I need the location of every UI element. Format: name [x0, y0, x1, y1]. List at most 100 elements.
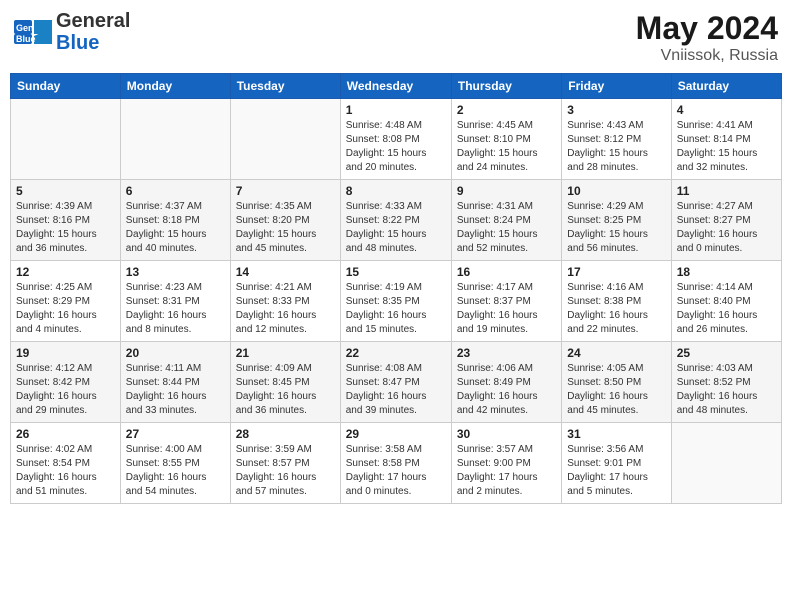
calendar-week-row: 19 Sunrise: 4:12 AM Sunset: 8:42 PM Dayli… [11, 342, 782, 423]
month-year: May 2024 [636, 10, 778, 47]
day-info: Sunrise: 4:16 AM Sunset: 8:38 PM Dayligh… [567, 281, 665, 337]
title-block: May 2024 Vniissok, Russia [636, 10, 778, 65]
day-info: Sunrise: 4:21 AM Sunset: 8:33 PM Dayligh… [236, 281, 335, 337]
day-number: 21 [236, 346, 335, 360]
logo-blue: Blue [56, 32, 130, 54]
day-number: 27 [126, 427, 225, 441]
svg-text:Gen: Gen [16, 23, 34, 33]
calendar-empty-cell [671, 423, 781, 504]
calendar-table: SundayMondayTuesdayWednesdayThursdayFrid… [10, 73, 782, 504]
calendar-day-cell: 4 Sunrise: 4:41 AM Sunset: 8:14 PM Daylig… [671, 99, 781, 180]
calendar-day-cell: 3 Sunrise: 4:43 AM Sunset: 8:12 PM Daylig… [562, 99, 671, 180]
weekday-header-wednesday: Wednesday [340, 74, 451, 99]
logo: Gen Blue General Blue [14, 10, 130, 54]
calendar-day-cell: 13 Sunrise: 4:23 AM Sunset: 8:31 PM Dayli… [120, 261, 230, 342]
day-info: Sunrise: 4:19 AM Sunset: 8:35 PM Dayligh… [346, 281, 446, 337]
day-info: Sunrise: 4:37 AM Sunset: 8:18 PM Dayligh… [126, 200, 225, 256]
day-number: 4 [677, 103, 776, 117]
weekday-header-friday: Friday [562, 74, 671, 99]
calendar-empty-cell [120, 99, 230, 180]
weekday-header-row: SundayMondayTuesdayWednesdayThursdayFrid… [11, 74, 782, 99]
calendar-day-cell: 14 Sunrise: 4:21 AM Sunset: 8:33 PM Dayli… [230, 261, 340, 342]
day-info: Sunrise: 4:11 AM Sunset: 8:44 PM Dayligh… [126, 362, 225, 418]
calendar-day-cell: 22Sunrise: 4:08 AM Sunset: 8:47 PM Dayli… [340, 342, 451, 423]
logo-general: General [56, 10, 130, 32]
calendar-day-cell: 27 Sunrise: 4:00 AM Sunset: 8:55 PM Dayli… [120, 423, 230, 504]
day-number: 24 [567, 346, 665, 360]
weekday-header-sunday: Sunday [11, 74, 121, 99]
calendar-day-cell: 7 Sunrise: 4:35 AM Sunset: 8:20 PM Daylig… [230, 180, 340, 261]
calendar-day-cell: 17Sunrise: 4:16 AM Sunset: 8:38 PM Dayli… [562, 261, 671, 342]
day-info: Sunrise: 4:29 AM Sunset: 8:25 PM Dayligh… [567, 200, 665, 256]
page-header: Gen Blue General Blue May 2024 Vniissok,… [10, 10, 782, 65]
calendar-day-cell: 18Sunrise: 4:14 AM Sunset: 8:40 PM Dayli… [671, 261, 781, 342]
day-info: Sunrise: 4:35 AM Sunset: 8:20 PM Dayligh… [236, 200, 335, 256]
day-number: 16 [457, 265, 556, 279]
day-number: 12 [16, 265, 115, 279]
day-info: Sunrise: 4:27 AM Sunset: 8:27 PM Dayligh… [677, 200, 776, 256]
day-info: Sunrise: 4:14 AM Sunset: 8:40 PM Dayligh… [677, 281, 776, 337]
day-number: 6 [126, 184, 225, 198]
weekday-header-saturday: Saturday [671, 74, 781, 99]
day-number: 26 [16, 427, 115, 441]
day-info: Sunrise: 4:03 AM Sunset: 8:52 PM Dayligh… [677, 362, 776, 418]
calendar-week-row: 5 Sunrise: 4:39 AM Sunset: 8:16 PM Daylig… [11, 180, 782, 261]
calendar-day-cell: 1Sunrise: 4:48 AM Sunset: 8:08 PM Daylig… [340, 99, 451, 180]
calendar-week-row: 26Sunrise: 4:02 AM Sunset: 8:54 PM Dayli… [11, 423, 782, 504]
day-info: Sunrise: 4:39 AM Sunset: 8:16 PM Dayligh… [16, 200, 115, 256]
day-number: 7 [236, 184, 335, 198]
calendar-day-cell: 9 Sunrise: 4:31 AM Sunset: 8:24 PM Daylig… [451, 180, 561, 261]
calendar-day-cell: 29Sunrise: 3:58 AM Sunset: 8:58 PM Dayli… [340, 423, 451, 504]
day-info: Sunrise: 4:06 AM Sunset: 8:49 PM Dayligh… [457, 362, 556, 418]
day-number: 20 [126, 346, 225, 360]
calendar-day-cell: 19 Sunrise: 4:12 AM Sunset: 8:42 PM Dayli… [11, 342, 121, 423]
calendar-day-cell: 5 Sunrise: 4:39 AM Sunset: 8:16 PM Daylig… [11, 180, 121, 261]
calendar-day-cell: 25Sunrise: 4:03 AM Sunset: 8:52 PM Dayli… [671, 342, 781, 423]
day-info: Sunrise: 4:12 AM Sunset: 8:42 PM Dayligh… [16, 362, 115, 418]
calendar-day-cell: 16Sunrise: 4:17 AM Sunset: 8:37 PM Dayli… [451, 261, 561, 342]
weekday-header-tuesday: Tuesday [230, 74, 340, 99]
calendar-day-cell: 2Sunrise: 4:45 AM Sunset: 8:10 PM Daylig… [451, 99, 561, 180]
day-number: 5 [16, 184, 115, 198]
day-info: Sunrise: 4:08 AM Sunset: 8:47 PM Dayligh… [346, 362, 446, 418]
day-number: 2 [457, 103, 556, 117]
day-info: Sunrise: 4:25 AM Sunset: 8:29 PM Dayligh… [16, 281, 115, 337]
calendar-day-cell: 10 Sunrise: 4:29 AM Sunset: 8:25 PM Dayli… [562, 180, 671, 261]
day-number: 23 [457, 346, 556, 360]
weekday-header-monday: Monday [120, 74, 230, 99]
day-number: 13 [126, 265, 225, 279]
day-number: 19 [16, 346, 115, 360]
day-number: 10 [567, 184, 665, 198]
day-info: Sunrise: 4:33 AM Sunset: 8:22 PM Dayligh… [346, 200, 446, 256]
day-number: 31 [567, 427, 665, 441]
day-number: 11 [677, 184, 776, 198]
day-info: Sunrise: 4:23 AM Sunset: 8:31 PM Dayligh… [126, 281, 225, 337]
day-info: Sunrise: 3:59 AM Sunset: 8:57 PM Dayligh… [236, 443, 335, 499]
day-number: 9 [457, 184, 556, 198]
calendar-week-row: 12 Sunrise: 4:25 AM Sunset: 8:29 PM Dayli… [11, 261, 782, 342]
day-number: 30 [457, 427, 556, 441]
calendar-day-cell: 12 Sunrise: 4:25 AM Sunset: 8:29 PM Dayli… [11, 261, 121, 342]
day-info: Sunrise: 3:57 AM Sunset: 9:00 PM Dayligh… [457, 443, 556, 499]
day-info: Sunrise: 4:31 AM Sunset: 8:24 PM Dayligh… [457, 200, 556, 256]
calendar-day-cell: 15Sunrise: 4:19 AM Sunset: 8:35 PM Dayli… [340, 261, 451, 342]
calendar-day-cell: 28 Sunrise: 3:59 AM Sunset: 8:57 PM Dayli… [230, 423, 340, 504]
svg-text:Blue: Blue [16, 34, 36, 44]
calendar-day-cell: 20 Sunrise: 4:11 AM Sunset: 8:44 PM Dayli… [120, 342, 230, 423]
day-info: Sunrise: 4:43 AM Sunset: 8:12 PM Dayligh… [567, 119, 665, 175]
day-number: 28 [236, 427, 335, 441]
day-number: 14 [236, 265, 335, 279]
calendar-empty-cell [230, 99, 340, 180]
day-number: 1 [346, 103, 446, 117]
calendar-day-cell: 30 Sunrise: 3:57 AM Sunset: 9:00 PM Dayli… [451, 423, 561, 504]
calendar-day-cell: 23 Sunrise: 4:06 AM Sunset: 8:49 PM Dayli… [451, 342, 561, 423]
day-number: 3 [567, 103, 665, 117]
day-info: Sunrise: 4:41 AM Sunset: 8:14 PM Dayligh… [677, 119, 776, 175]
calendar-week-row: 1Sunrise: 4:48 AM Sunset: 8:08 PM Daylig… [11, 99, 782, 180]
day-info: Sunrise: 4:00 AM Sunset: 8:55 PM Dayligh… [126, 443, 225, 499]
weekday-header-thursday: Thursday [451, 74, 561, 99]
day-info: Sunrise: 4:09 AM Sunset: 8:45 PM Dayligh… [236, 362, 335, 418]
day-info: Sunrise: 3:56 AM Sunset: 9:01 PM Dayligh… [567, 443, 665, 499]
day-info: Sunrise: 4:05 AM Sunset: 8:50 PM Dayligh… [567, 362, 665, 418]
day-number: 8 [346, 184, 446, 198]
